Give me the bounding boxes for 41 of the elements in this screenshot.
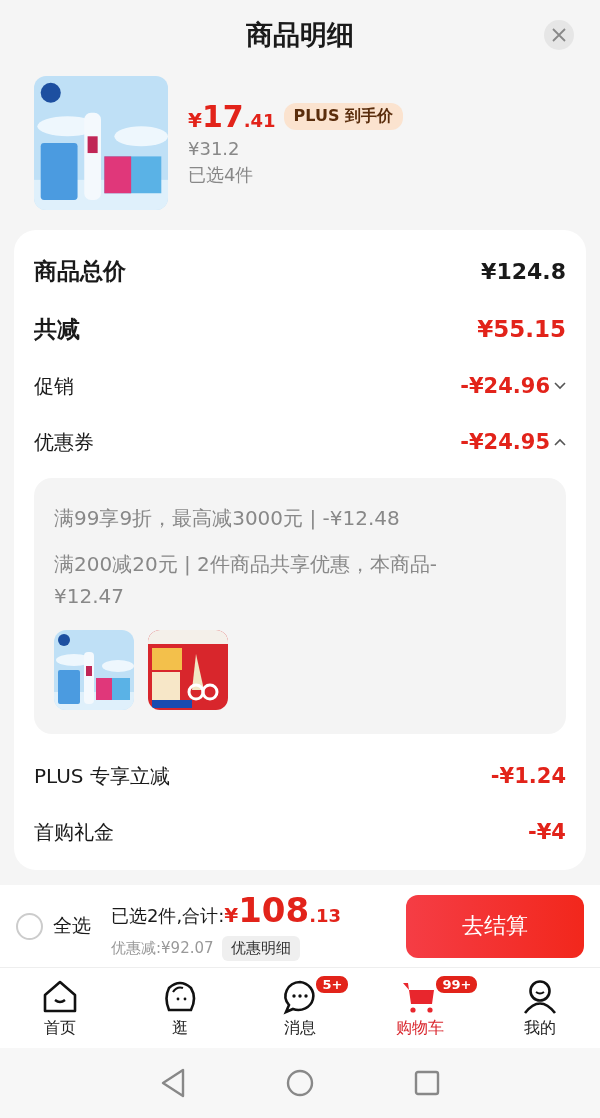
- total-price: ¥108.13: [224, 891, 342, 932]
- count-badge: 5+: [314, 974, 351, 995]
- expand-toggle[interactable]: -¥24.95: [460, 430, 566, 454]
- coupon-rule: 满200减20元 | 2件商品共享优惠，本商品-¥12.47: [54, 551, 439, 610]
- discount-detail-button[interactable]: 优惠明细: [221, 935, 300, 961]
- checkout-button[interactable]: 去结算: [406, 894, 584, 958]
- close-button[interactable]: [544, 20, 574, 50]
- count-badge: 99+: [434, 974, 480, 995]
- home-circle-icon[interactable]: [286, 1069, 314, 1097]
- summary-label: 已选2件,合计:: [111, 903, 225, 928]
- close-icon: [552, 28, 566, 42]
- discount-total: 优惠减:¥92.07: [111, 938, 214, 958]
- tab[interactable]: 购物车 99+: [360, 968, 480, 1048]
- person-icon: [521, 977, 559, 1016]
- breakdown-amount: -¥1.24: [490, 764, 566, 788]
- tab[interactable]: 首页: [0, 968, 120, 1048]
- original-price: ¥31.2: [188, 138, 241, 159]
- tab[interactable]: 逛: [120, 968, 240, 1048]
- selected-count: 已选4件: [188, 163, 255, 187]
- breakdown-label: 促销: [34, 372, 74, 400]
- sheet-title: 商品明细: [246, 18, 354, 52]
- expand-toggle[interactable]: -¥24.96: [460, 374, 566, 398]
- chevron-down-icon: [554, 382, 566, 390]
- select-all-radio[interactable]: [16, 912, 43, 940]
- breakdown-amount: ¥55.15: [477, 316, 566, 342]
- recents-square-icon[interactable]: [414, 1070, 440, 1096]
- breakdown-label: 首购礼金: [34, 818, 114, 846]
- product-price: ¥17.41: [188, 99, 276, 134]
- plus-price-badge: PLUS 到手价: [283, 103, 403, 130]
- tab[interactable]: 我的: [480, 968, 600, 1048]
- chevron-up-icon: [554, 438, 566, 446]
- breakdown-label: 商品总价: [34, 256, 126, 286]
- select-all-label: 全选: [53, 913, 91, 938]
- breakdown-label: 共减: [34, 314, 80, 344]
- breakdown-amount: -¥4: [528, 820, 566, 844]
- back-icon[interactable]: [160, 1068, 186, 1098]
- breakdown-label: 优惠券: [34, 428, 94, 456]
- coupon-rule: 满99享9折，最高减3000元 | -¥12.48: [54, 505, 401, 532]
- breakdown-label: PLUS 专享立减: [34, 762, 170, 790]
- breakdown-amount: ¥124.8: [481, 258, 566, 284]
- tab[interactable]: 消息 5+: [240, 968, 360, 1048]
